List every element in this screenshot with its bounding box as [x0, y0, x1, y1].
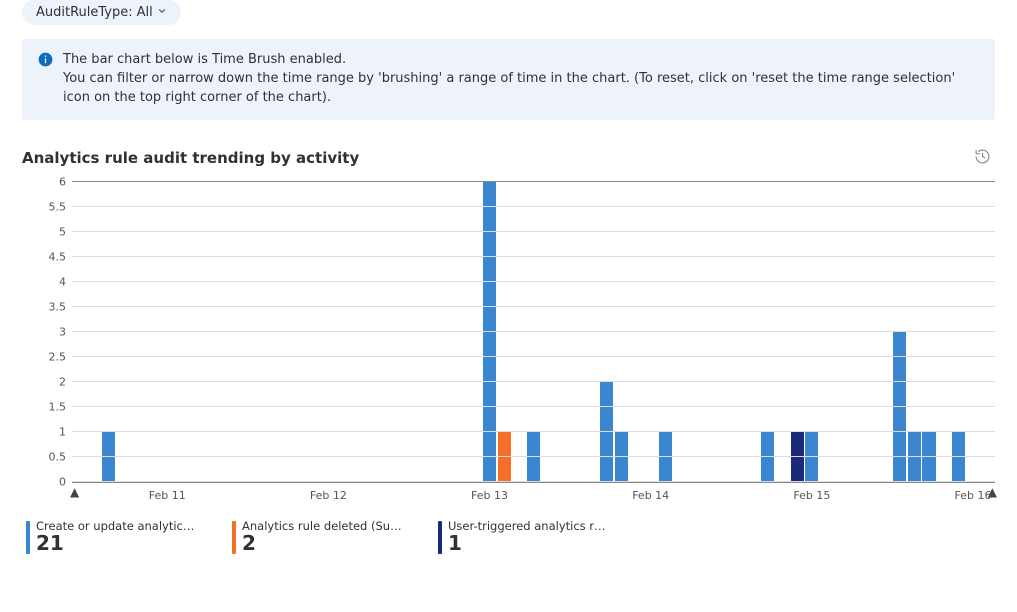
y-tick-label: 6 [59, 175, 66, 188]
y-tick-label: 2 [59, 375, 66, 388]
grid-line [72, 281, 995, 282]
chart-bar[interactable] [952, 432, 965, 482]
x-tick-label: Feb 16 [955, 489, 992, 502]
y-tick-label: 4.5 [49, 250, 67, 263]
grid-line [72, 431, 995, 432]
y-tick-label: 5.5 [49, 200, 67, 213]
legend-value: 1 [448, 533, 608, 554]
chart-bar[interactable] [908, 432, 921, 482]
legend-value: 2 [242, 533, 402, 554]
legend-item[interactable]: Analytics rule deleted (Sum) 2 [232, 519, 402, 554]
chart-legend: Create or update analytics... 21 Analyti… [26, 519, 995, 554]
plot-area[interactable] [72, 182, 995, 483]
filter-label: AuditRuleType: [36, 5, 133, 20]
legend-swatch-icon [26, 521, 30, 554]
filter-audit-rule-type[interactable]: AuditRuleType: All [22, 0, 181, 25]
chart-bar[interactable] [791, 432, 804, 482]
x-tick-label: Feb 12 [310, 489, 347, 502]
grid-line [72, 381, 995, 382]
info-line-2: You can filter or narrow down the time r… [63, 70, 979, 108]
x-tick-label: Feb 11 [149, 489, 186, 502]
time-brush-chart[interactable]: 00.511.522.533.544.555.56 ▲ ▲ Feb 11Feb … [22, 182, 995, 509]
chart-bar[interactable] [922, 432, 935, 482]
legend-swatch-icon [438, 521, 442, 554]
chart-bar[interactable] [659, 432, 672, 482]
info-text: The bar chart below is Time Brush enable… [63, 51, 979, 108]
y-tick-label: 5 [59, 225, 66, 238]
grid-line [72, 331, 995, 332]
chart-bar[interactable] [600, 382, 613, 482]
legend-swatch-icon [232, 521, 236, 554]
y-tick-label: 0 [59, 475, 66, 488]
chart-bar[interactable] [102, 432, 115, 482]
grid-line [72, 206, 995, 207]
chart-bar[interactable] [893, 332, 906, 482]
legend-item[interactable]: User-triggered analytics ru... 1 [438, 519, 608, 554]
y-axis: 00.511.522.533.544.555.56 [22, 182, 72, 482]
chart-bar[interactable] [761, 432, 774, 482]
history-icon [974, 148, 991, 165]
x-tick-label: Feb 14 [632, 489, 669, 502]
y-tick-label: 1 [59, 425, 66, 438]
y-tick-label: 1.5 [49, 400, 67, 413]
chart-bar[interactable] [527, 432, 540, 482]
legend-item[interactable]: Create or update analytics... 21 [26, 519, 196, 554]
y-tick-label: 2.5 [49, 350, 67, 363]
reset-time-range-button[interactable] [970, 144, 995, 172]
x-axis: ▲ ▲ Feb 11Feb 12Feb 13Feb 14Feb 15Feb 16 [72, 483, 995, 509]
legend-label: Analytics rule deleted (Sum) [242, 519, 402, 533]
chart-bar[interactable] [498, 432, 511, 482]
legend-value: 21 [36, 533, 196, 554]
chart-bar[interactable] [615, 432, 628, 482]
legend-label: User-triggered analytics ru... [448, 519, 608, 533]
brush-handle-left-icon[interactable]: ▲ [70, 485, 79, 499]
info-banner: The bar chart below is Time Brush enable… [22, 39, 995, 120]
grid-line [72, 306, 995, 307]
info-icon [38, 52, 53, 73]
x-tick-label: Feb 13 [471, 489, 508, 502]
y-tick-label: 3 [59, 325, 66, 338]
grid-line [72, 406, 995, 407]
y-tick-label: 0.5 [49, 450, 67, 463]
grid-line [72, 356, 995, 357]
x-tick-label: Feb 15 [793, 489, 830, 502]
grid-line [72, 481, 995, 482]
grid-line [72, 231, 995, 232]
y-tick-label: 3.5 [49, 300, 67, 313]
grid-line [72, 181, 995, 182]
filter-value: All [137, 5, 153, 20]
info-line-1: The bar chart below is Time Brush enable… [63, 51, 979, 70]
chart-title: Analytics rule audit trending by activit… [22, 149, 359, 167]
grid-line [72, 456, 995, 457]
chart-bar[interactable] [805, 432, 818, 482]
chevron-down-icon [157, 6, 167, 19]
y-tick-label: 4 [59, 275, 66, 288]
grid-line [72, 256, 995, 257]
chart-bar[interactable] [483, 182, 496, 482]
